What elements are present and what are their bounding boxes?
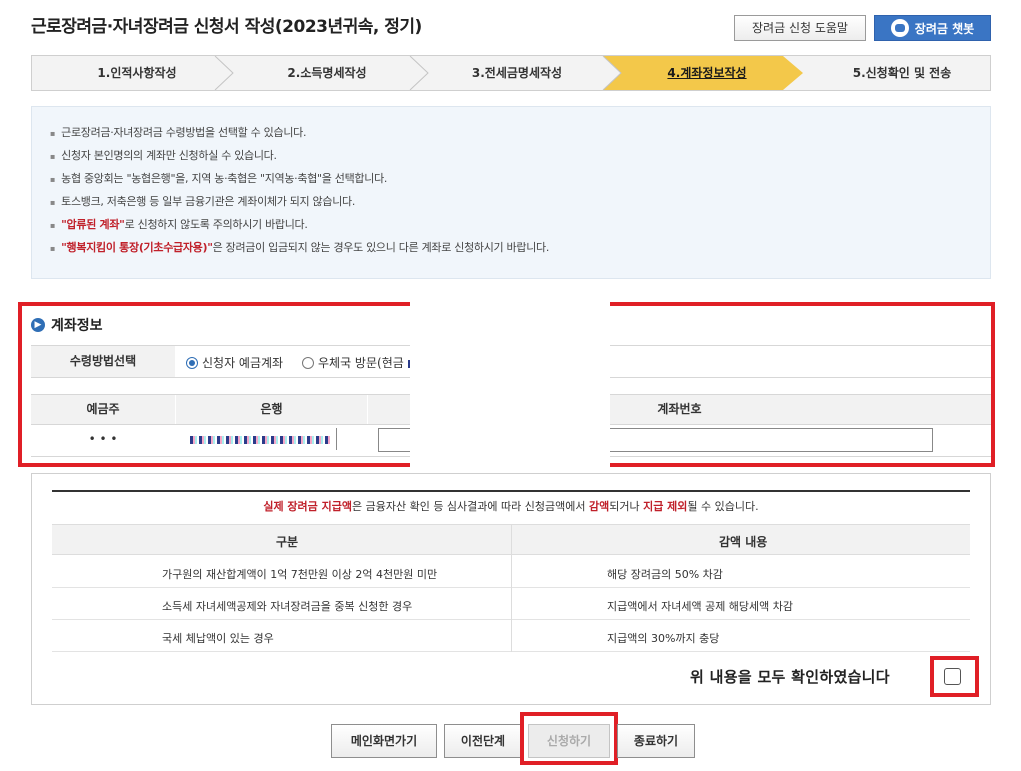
- arrow-circle-icon: ▶: [31, 318, 45, 332]
- holder-value: • • •: [88, 432, 118, 446]
- col-holder: 예금주: [31, 395, 175, 424]
- info-item: 토스뱅크, 저축은행 등 일부 금융기관은 계좌이체가 되지 않습니다.: [50, 194, 990, 217]
- step-progress: 1.인적사항작성 2.소득명세작성 3.전세금명세작성 4.계좌정보작성 5.신…: [31, 55, 991, 91]
- bank-select[interactable]: [190, 432, 330, 446]
- page-title: 근로장려금·자녀장려금 신청서 작성(2023년귀속, 정기): [31, 17, 422, 37]
- exit-button[interactable]: 종료하기: [617, 724, 695, 758]
- chatbot-label: 장려금 챗봇: [914, 21, 975, 36]
- apply-button-highlight: [520, 712, 618, 765]
- info-item-warning: "압류된 계좌"로 신청하지 않도록 주의하시기 바랍니다.: [50, 217, 990, 240]
- info-item: 근로장려금·자녀장려금 수령방법을 선택할 수 있습니다.: [50, 125, 990, 148]
- method-label: 수령방법선택: [31, 346, 175, 377]
- step-5: 5.신청확인 및 전송: [852, 66, 952, 80]
- info-item: 농협 중앙회는 "농협은행"을, 지역 농·축협은 "지역농·축협"을 선택합니…: [50, 171, 990, 194]
- notice-text: 실제 장려금 지급액은 금융자산 확인 등 심사결과에 따라 신청금액에서 감액…: [263, 500, 759, 513]
- info-item-warning: "행복지킴이 통장(기초수급자용)"은 장려금이 입금되지 않는 경우도 있으니…: [50, 240, 990, 263]
- info-item: 신청자 본인명의의 계좌만 신청하실 수 있습니다.: [50, 148, 990, 171]
- radio-icon[interactable]: [302, 357, 314, 369]
- step-3: 3.전세금명세작성: [471, 66, 563, 80]
- step-1: 1.인적사항작성: [97, 66, 177, 80]
- redaction-mask: [410, 298, 610, 468]
- info-box: 근로장려금·자녀장려금 수령방법을 선택할 수 있습니다. 신청자 본인명의의 …: [31, 106, 991, 279]
- confirm-label: 위 내용을 모두 확인하였습니다: [690, 668, 890, 686]
- confirm-checkbox[interactable]: [944, 668, 961, 685]
- main-page-button[interactable]: 메인화면가기: [331, 724, 437, 758]
- account-section-title: ▶ 계좌정보: [31, 315, 103, 335]
- help-button[interactable]: 장려금 신청 도움말: [734, 15, 866, 41]
- col-bank: 은행: [176, 395, 367, 424]
- method-option-account[interactable]: 신청자 예금계좌: [186, 354, 283, 371]
- radio-selected-icon[interactable]: [186, 357, 198, 369]
- step-4: 4.계좌정보작성: [667, 66, 747, 80]
- chatbot-icon: [890, 19, 909, 37]
- prev-step-button[interactable]: 이전단계: [444, 724, 522, 758]
- redacted-bank: [190, 435, 330, 444]
- chatbot-button[interactable]: 장려금 챗봇: [874, 15, 991, 41]
- step-2: 2.소득명세작성: [287, 66, 367, 80]
